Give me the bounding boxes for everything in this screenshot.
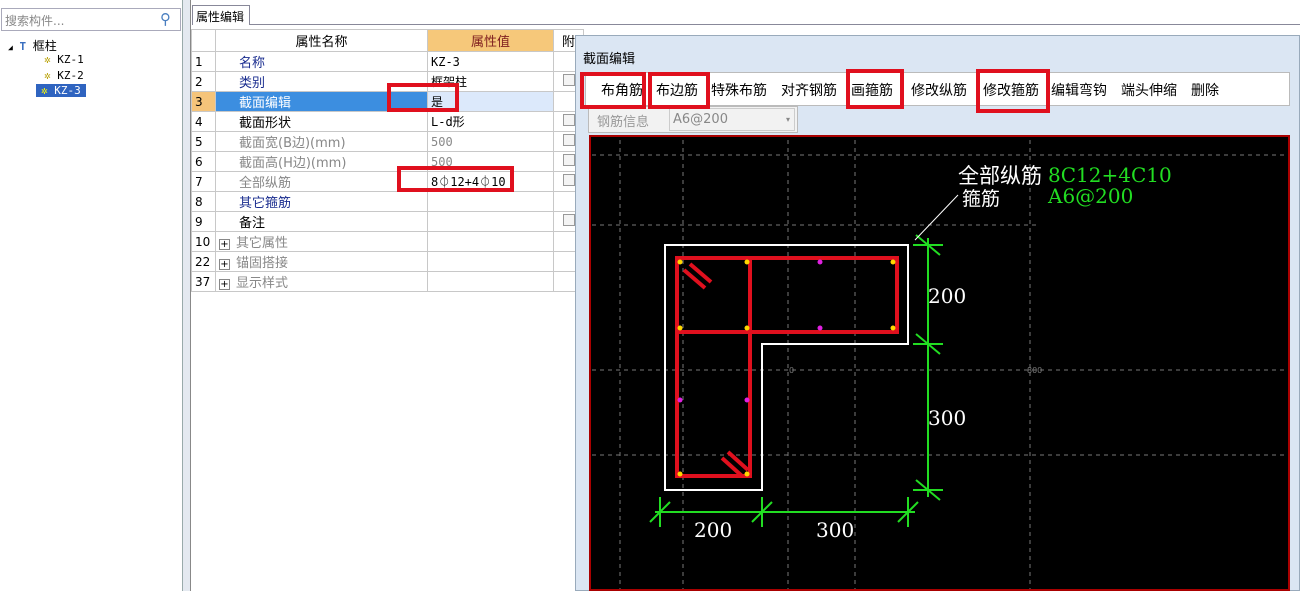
section-outline [664, 244, 909, 491]
highlight-box [846, 69, 904, 109]
dim-label[interactable]: 200 [928, 284, 966, 308]
axis-label: 0 [789, 366, 795, 375]
highlight-box [387, 83, 459, 112]
highlight-box [648, 72, 710, 109]
highlight-box [580, 72, 646, 109]
stirrup-label: 箍筋 [962, 188, 1001, 210]
dim-label[interactable]: 200 [694, 518, 732, 542]
stirrup-value[interactable]: A6@200 [1048, 184, 1133, 208]
stirrup [675, 256, 752, 478]
stirrup [675, 256, 899, 334]
dim-label[interactable]: 300 [928, 406, 966, 430]
leader-line [914, 194, 959, 241]
highlight-box [397, 166, 514, 192]
dim-label[interactable]: 300 [816, 518, 854, 542]
highlight-box [976, 69, 1050, 113]
axis-label: 800 [1027, 366, 1043, 375]
